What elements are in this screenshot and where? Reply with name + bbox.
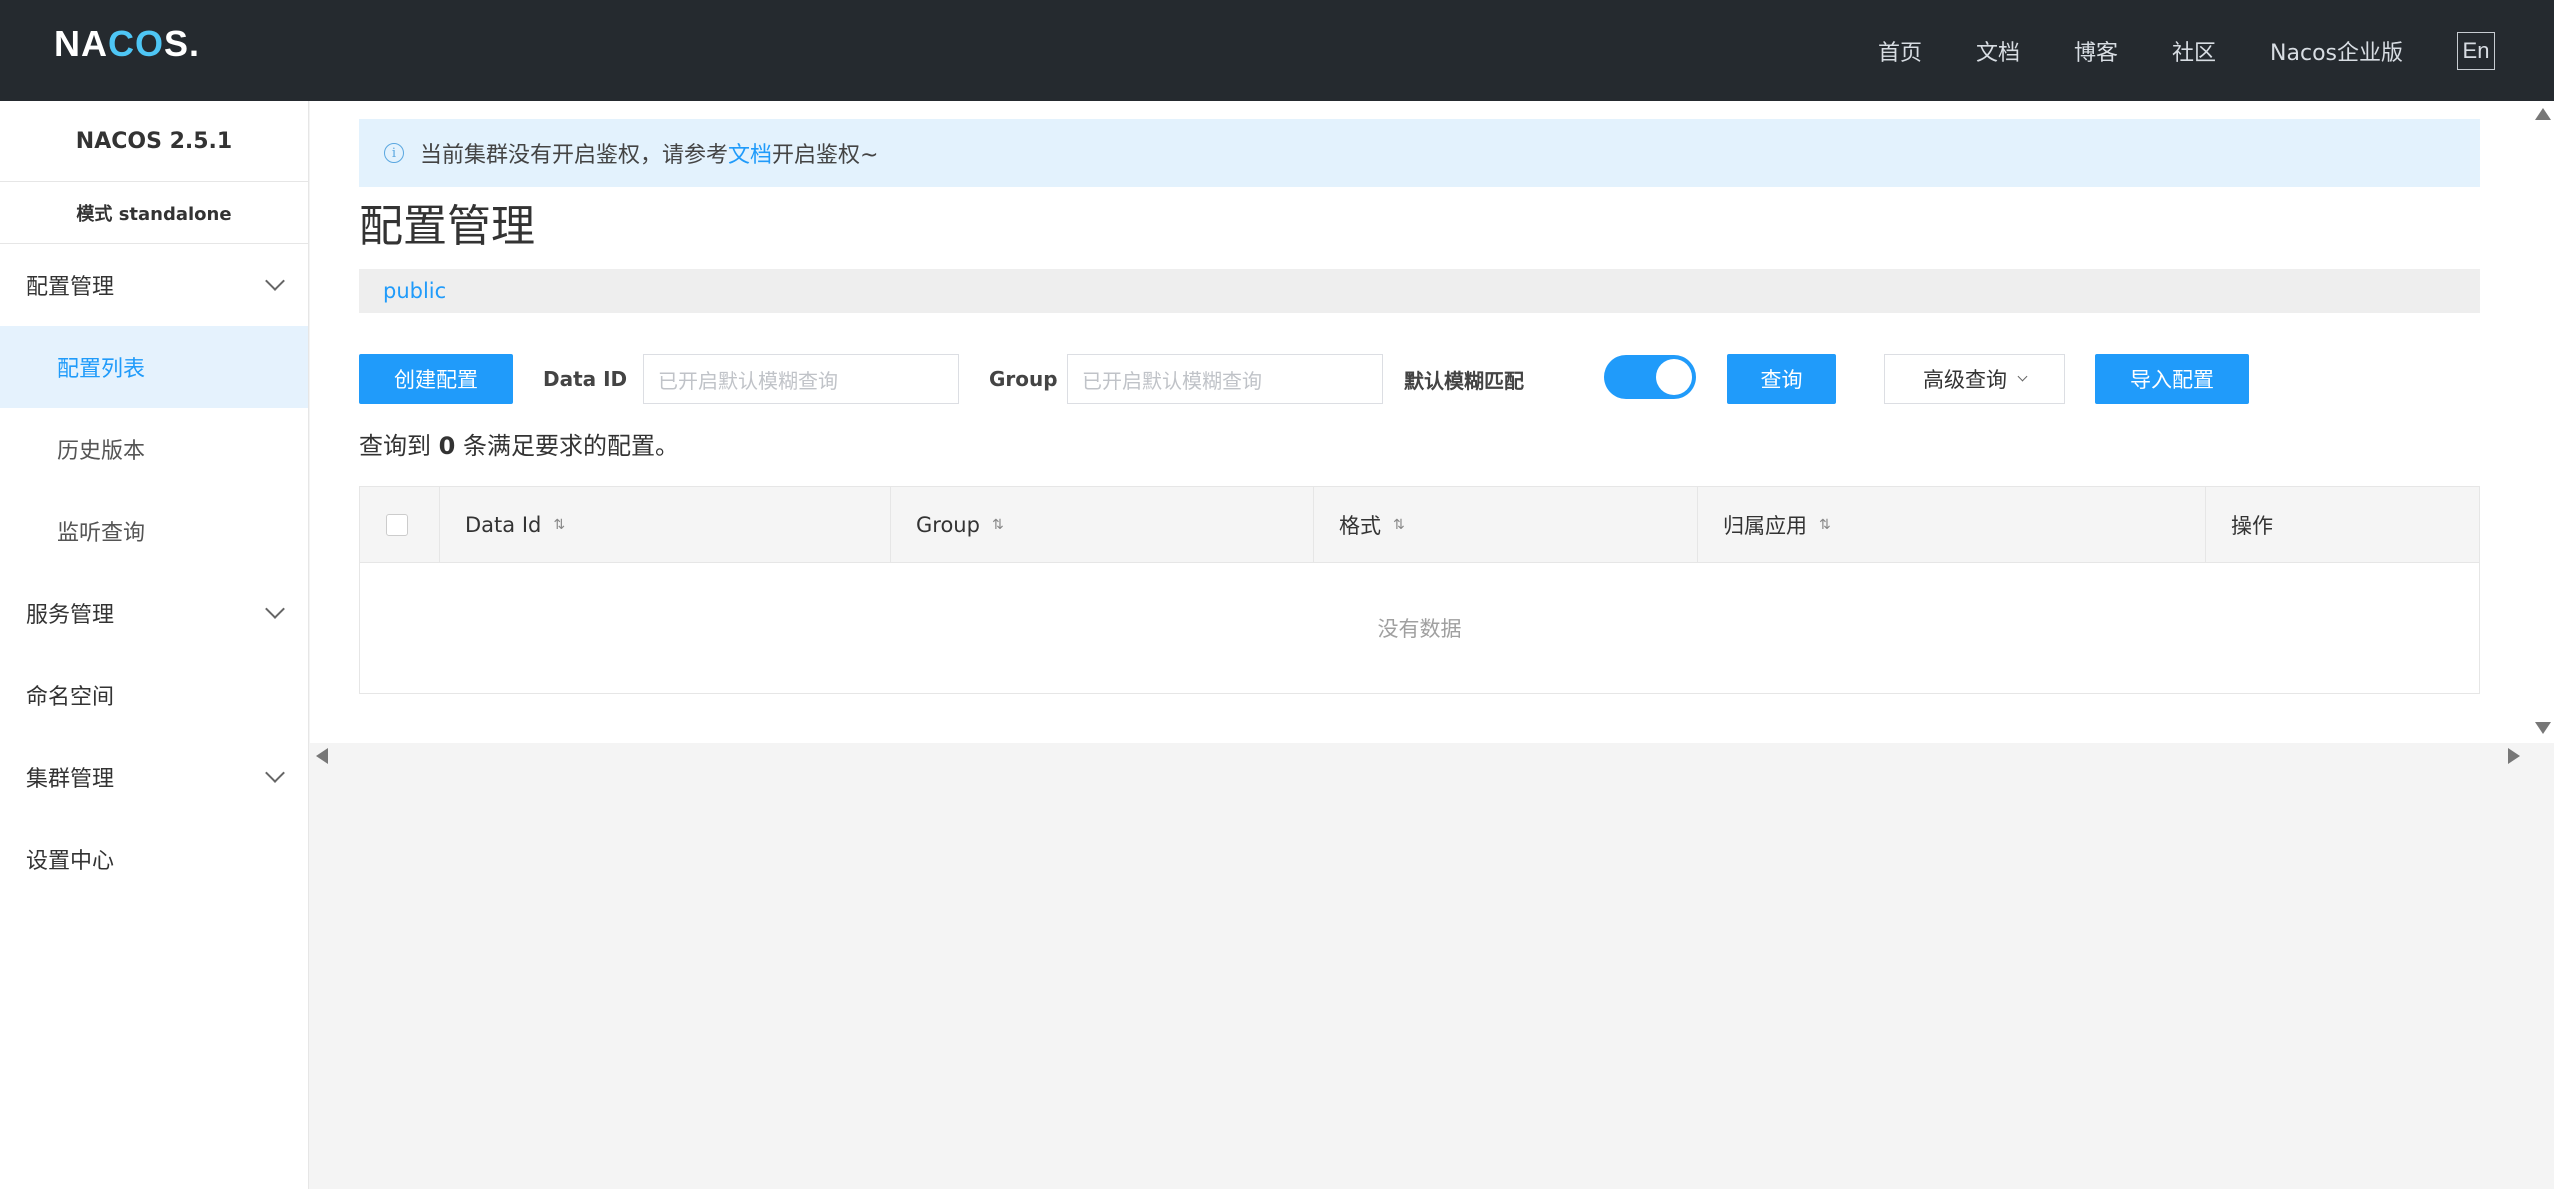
column-header-app[interactable]: 归属应用 ⇅ — [1698, 487, 2206, 563]
version-label: NACOS 2.5.1 — [0, 101, 308, 182]
search-toolbar: 创建配置 Data ID 已开启默认模糊查询 Group 已开启默认模糊查询 默… — [359, 354, 2480, 404]
column-header-actions: 操作 — [2206, 487, 2479, 563]
namespace-bar: public — [359, 269, 2480, 313]
config-table: Data Id ⇅ Group ⇅ 格式 ⇅ 归属应用 ⇅ 操作 没有数据 — [359, 486, 2480, 694]
nav-home[interactable]: 首页 — [1878, 35, 1922, 67]
top-nav: 首页 文档 博客 社区 Nacos企业版 En — [1878, 0, 2554, 101]
logo-text-suffix: S. — [164, 23, 201, 64]
column-header-group[interactable]: Group ⇅ — [891, 487, 1314, 563]
sidebar-item-settings[interactable]: 设置中心 — [0, 818, 308, 900]
sort-icon[interactable]: ⇅ — [1819, 517, 1831, 533]
scroll-up-arrow-icon[interactable] — [2535, 108, 2551, 120]
nav-blog[interactable]: 博客 — [2074, 35, 2118, 67]
sidebar-group-service[interactable]: 服务管理 — [0, 572, 308, 654]
mode-label: 模式 standalone — [0, 182, 308, 244]
page-title: 配置管理 — [359, 201, 535, 252]
namespace-tab-public[interactable]: public — [383, 279, 446, 303]
chevron-down-icon — [265, 271, 285, 291]
search-button[interactable]: 查询 — [1727, 354, 1836, 404]
auth-notice: i 当前集群没有开启鉴权，请参考 文档 开启鉴权~ — [359, 119, 2480, 187]
sidebar-item-namespace[interactable]: 命名空间 — [0, 654, 308, 736]
notice-text-before: 当前集群没有开启鉴权，请参考 — [420, 143, 729, 168]
column-header-app-label: 归属应用 — [1723, 514, 1807, 538]
select-all-checkbox[interactable] — [386, 514, 408, 536]
top-header: NA CO S. 首页 文档 博客 社区 Nacos企业版 En — [0, 0, 2554, 101]
sort-icon[interactable]: ⇅ — [1393, 517, 1405, 533]
fuzzy-match-label: 默认模糊匹配 — [1404, 368, 1524, 393]
fuzzy-match-toggle[interactable] — [1604, 355, 1696, 399]
scroll-left-arrow-icon[interactable] — [316, 748, 328, 764]
language-switch-button[interactable]: En — [2457, 31, 2495, 70]
sidebar-group-config[interactable]: 配置管理 — [0, 244, 308, 326]
result-summary: 查询到 0 条满足要求的配置。 — [359, 426, 679, 461]
create-config-button[interactable]: 创建配置 — [359, 354, 513, 404]
column-header-format-label: 格式 — [1339, 514, 1381, 538]
logo-text-co: CO — [108, 23, 164, 64]
dataid-label: Data ID — [543, 367, 628, 391]
result-prefix: 查询到 — [359, 432, 431, 460]
sidebar-group-service-label: 服务管理 — [26, 603, 115, 628]
nav-docs[interactable]: 文档 — [1976, 35, 2020, 67]
nacos-logo[interactable]: NA CO S. — [54, 23, 201, 64]
column-header-actions-label: 操作 — [2231, 514, 2273, 538]
sidebar-item-history[interactable]: 历史版本 — [0, 408, 308, 490]
notice-docs-link[interactable]: 文档 — [728, 137, 772, 169]
sort-icon[interactable]: ⇅ — [553, 517, 565, 533]
chevron-down-icon — [265, 763, 285, 783]
chevron-down-icon — [2017, 371, 2028, 382]
result-count: 0 — [438, 432, 456, 460]
table-header: Data Id ⇅ Group ⇅ 格式 ⇅ 归属应用 ⇅ 操作 — [360, 487, 2479, 563]
column-header-dataid[interactable]: Data Id ⇅ — [440, 487, 891, 563]
advanced-search-button[interactable]: 高级查询 — [1884, 354, 2065, 404]
chevron-down-icon — [265, 599, 285, 619]
column-header-group-label: Group — [916, 513, 980, 537]
sidebar-group-config-label: 配置管理 — [26, 275, 115, 300]
sidebar-item-config-list[interactable]: 配置列表 — [0, 326, 308, 408]
sidebar-item-listener[interactable]: 监听查询 — [0, 490, 308, 572]
info-icon: i — [384, 143, 404, 163]
result-suffix: 条满足要求的配置。 — [462, 432, 679, 460]
nav-enterprise[interactable]: Nacos企业版 — [2270, 35, 2403, 67]
column-header-format[interactable]: 格式 ⇅ — [1314, 487, 1698, 563]
sidebar: NACOS 2.5.1 模式 standalone 配置管理 配置列表 历史版本… — [0, 101, 309, 1189]
logo-text-prefix: NA — [54, 23, 108, 64]
advanced-search-label: 高级查询 — [1923, 368, 2007, 392]
nav-community[interactable]: 社区 — [2172, 35, 2216, 67]
main-content: i 当前集群没有开启鉴权，请参考 文档 开启鉴权~ 配置管理 public 创建配置… — [310, 101, 2554, 743]
column-header-dataid-label: Data Id — [465, 513, 542, 537]
import-config-button[interactable]: 导入配置 — [2095, 354, 2249, 404]
sidebar-group-cluster-label: 集群管理 — [26, 767, 115, 792]
group-label: Group — [989, 367, 1058, 391]
dataid-search-input[interactable]: 已开启默认模糊查询 — [643, 354, 959, 404]
select-all-cell — [360, 487, 440, 563]
scroll-right-arrow-icon[interactable] — [2508, 748, 2520, 764]
sidebar-group-cluster[interactable]: 集群管理 — [0, 736, 308, 818]
sort-icon[interactable]: ⇅ — [992, 517, 1004, 533]
notice-text-after: 开启鉴权~ — [772, 143, 879, 168]
scroll-down-arrow-icon[interactable] — [2535, 722, 2551, 734]
group-search-input[interactable]: 已开启默认模糊查询 — [1067, 354, 1383, 404]
toggle-knob — [1656, 359, 1692, 395]
empty-state: 没有数据 — [1377, 617, 1462, 641]
